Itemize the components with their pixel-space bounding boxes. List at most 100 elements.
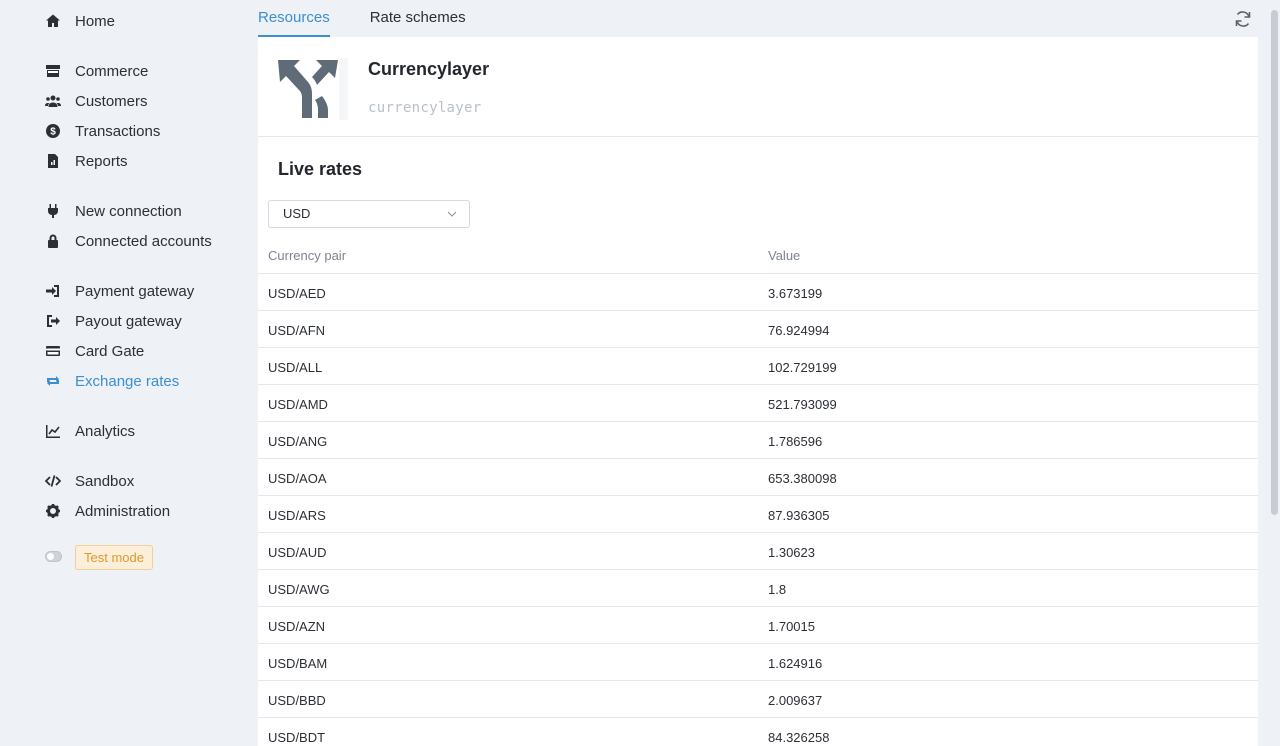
sidebar-item-label: Sandbox [75, 472, 135, 490]
sidebar-item-card-gate[interactable]: Card Gate [44, 339, 144, 363]
currency-select[interactable]: USD [268, 200, 470, 228]
table-row: USD/AZN 1.70015 [258, 607, 1258, 644]
sidebar-item-label: New connection [75, 202, 182, 220]
rate-value-cell: 1.786596 [768, 434, 823, 449]
table-row: USD/BDT 84.326258 [258, 718, 1258, 746]
rate-value-cell: 102.729199 [768, 360, 837, 375]
rate-value-cell: 87.936305 [768, 508, 830, 523]
refresh-icon[interactable] [1233, 9, 1253, 29]
chart-line-icon [44, 422, 62, 440]
sidebar-item-payout-gateway[interactable]: Payout gateway [44, 309, 182, 333]
currency-pair-cell: USD/BAM [268, 656, 328, 671]
resource-code: currencylayer [368, 100, 482, 116]
plug-icon [44, 202, 62, 220]
code-icon [44, 472, 62, 490]
sidebar-item-administration[interactable]: Administration [44, 499, 170, 523]
rate-value-cell: 1.8 [768, 582, 787, 597]
sidebar-item-label: Analytics [75, 422, 136, 440]
currency-pair-cell: USD/ARS [268, 508, 326, 523]
table-row: USD/AMD 521.793099 [258, 385, 1258, 422]
rate-value-cell: 521.793099 [768, 397, 837, 412]
table-row: USD/AFN 76.924994 [258, 311, 1258, 348]
table-row: USD/AED 3.673199 [258, 274, 1258, 311]
rates-table-body: USD/AED 3.673199 USD/AFN 76.924994 USD/ALL 10… [258, 274, 1258, 746]
sidebar-item-label: Exchange rates [75, 372, 180, 390]
rate-value-cell: 1.70015 [768, 619, 815, 634]
dollar-circle-icon: $ [44, 122, 62, 140]
home-icon [44, 12, 62, 30]
exchange-icon [44, 372, 62, 390]
rate-value-cell: 1.624916 [768, 656, 823, 671]
sidebar-item-connected-accounts[interactable]: Connected accounts [44, 229, 212, 253]
column-header-pair[interactable]: Currency pair [268, 248, 346, 263]
tab-resources[interactable]: Resources [258, 0, 330, 37]
tab-rate-schemes[interactable]: Rate schemes [370, 0, 466, 37]
sidebar-item-label: Connected accounts [75, 232, 212, 250]
table-row: USD/ARS 87.936305 [258, 496, 1258, 533]
resource-logo [276, 58, 348, 120]
table-row: USD/AOA 653.380098 [258, 459, 1258, 496]
sidebar-item-new-connection[interactable]: New connection [44, 199, 182, 223]
sidebar-item-commerce[interactable]: Commerce [44, 59, 148, 83]
sidebar-item-customers[interactable]: Customers [44, 89, 148, 113]
currency-pair-cell: USD/AWG [268, 582, 330, 597]
rate-value-cell: 653.380098 [768, 471, 837, 486]
sidebar-item-label: Administration [75, 502, 171, 520]
sidebar-item-label: Reports [75, 152, 128, 170]
sidebar-item-exchange-rates[interactable]: Exchange rates [44, 369, 179, 393]
file-icon [44, 152, 62, 170]
sidebar-item-label: Payment gateway [75, 282, 195, 300]
credit-card-icon [44, 342, 62, 360]
sidebar-item-label: Payout gateway [75, 312, 182, 330]
currency-pair-cell: USD/AED [268, 286, 326, 301]
store-icon [44, 62, 62, 80]
sign-in-icon [44, 282, 62, 300]
table-row: USD/ALL 102.729199 [258, 348, 1258, 385]
lock-icon [44, 232, 62, 250]
rate-value-cell: 76.924994 [768, 323, 830, 338]
table-header: Currency pair Value [258, 237, 1258, 274]
sidebar-item-label: Transactions [75, 122, 161, 140]
users-icon [44, 92, 62, 110]
sidebar-item-label: Card Gate [75, 342, 145, 360]
scrollbar-thumb[interactable] [1271, 10, 1278, 515]
rate-value-cell: 1.30623 [768, 545, 815, 560]
currency-pair-cell: USD/AMD [268, 397, 328, 412]
sidebar-item-transactions[interactable]: $ Transactions [44, 119, 160, 143]
currency-select-value: USD [283, 206, 311, 221]
table-row: USD/ANG 1.786596 [258, 422, 1258, 459]
currency-pair-cell: USD/ANG [268, 434, 328, 449]
currency-pair-cell: USD/AZN [268, 619, 326, 634]
rate-value-cell: 2.009637 [768, 693, 823, 708]
rate-value-cell: 84.326258 [768, 730, 830, 745]
gear-icon [44, 502, 62, 520]
rate-value-cell: 3.673199 [768, 286, 823, 301]
tab-bar: Resources Rate schemes [258, 0, 506, 37]
currency-pair-cell: USD/AUD [268, 545, 327, 560]
table-row: USD/AUD 1.30623 [258, 533, 1258, 570]
resource-header: Currencylayer currencylayer [258, 37, 1258, 137]
currency-pair-cell: USD/BDT [268, 730, 326, 745]
test-mode-toggle[interactable] [45, 551, 62, 562]
table-row: USD/BBD 2.009637 [258, 681, 1258, 718]
sidebar-item-label: Home [75, 12, 116, 30]
sidebar-item-reports[interactable]: Reports [44, 149, 128, 173]
main-panel: Currencylayer currencylayer Live rates U… [258, 37, 1258, 746]
sidebar-item-sandbox[interactable]: Sandbox [44, 469, 134, 493]
svg-text:$: $ [50, 127, 56, 138]
sign-out-icon [44, 312, 62, 330]
currency-pair-cell: USD/AOA [268, 471, 327, 486]
page-scrollbar[interactable] [1269, 0, 1280, 746]
sidebar-item-payment-gateway[interactable]: Payment gateway [44, 279, 194, 303]
currency-pair-cell: USD/ALL [268, 360, 323, 375]
chevron-down-icon [447, 211, 457, 217]
table-row: USD/AWG 1.8 [258, 570, 1258, 607]
sidebar-item-analytics[interactable]: Analytics [44, 419, 135, 443]
currency-pair-cell: USD/BBD [268, 693, 326, 708]
sidebar-item-label: Commerce [75, 62, 149, 80]
sidebar-item-home[interactable]: Home [44, 9, 115, 33]
resource-title: Currencylayer [368, 59, 490, 79]
sidebar: Home Commerce Customers $ Transactions R… [0, 0, 258, 746]
test-mode-badge: Test mode [75, 545, 153, 570]
column-header-value[interactable]: Value [768, 248, 800, 263]
